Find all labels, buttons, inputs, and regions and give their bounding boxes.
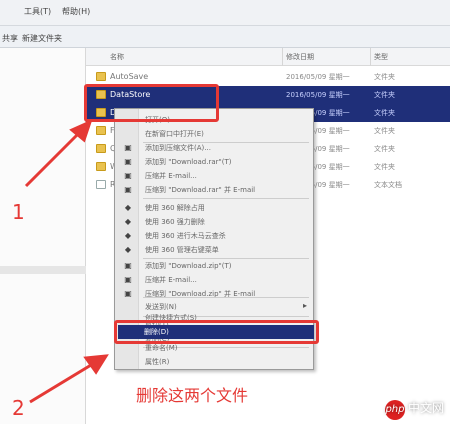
step-number-1: 1: [12, 200, 25, 224]
arrow-2-head: [83, 354, 109, 375]
watermark: php 中文网: [384, 399, 444, 420]
php-logo: php: [384, 400, 405, 420]
annotation-arrows: [24, 119, 109, 404]
arrow-1-shaft: [24, 128, 84, 188]
watermark-text: 中文网: [407, 401, 444, 415]
arrow-1: [24, 119, 93, 188]
arrow-2: [29, 354, 109, 404]
step-number-2: 2: [12, 396, 25, 420]
arrow-2-shaft: [29, 360, 97, 404]
annotation-text: 删除这两个文件: [136, 386, 249, 405]
